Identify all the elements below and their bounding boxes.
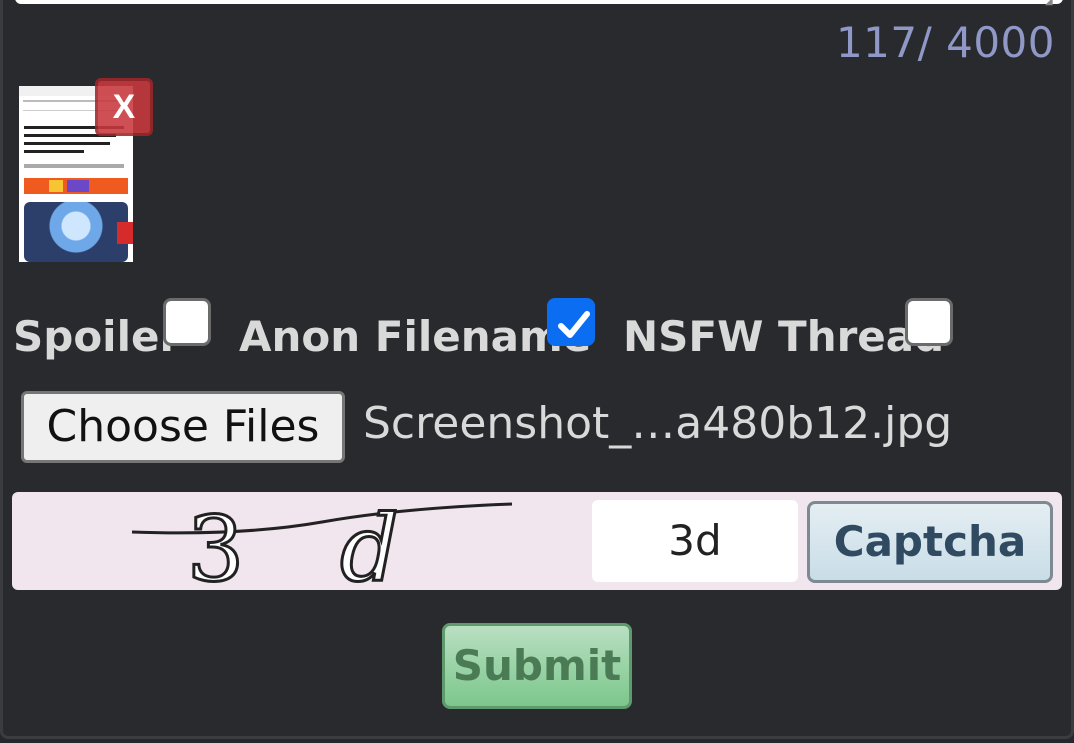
captcha-image: 3 d — [131, 494, 513, 590]
spoiler-checkbox[interactable] — [163, 298, 211, 346]
submit-button[interactable]: Submit — [442, 623, 632, 709]
checkmark-icon — [558, 311, 590, 338]
captcha-row: 3 d 3d Captcha — [12, 492, 1062, 590]
message-textarea[interactable] — [15, 0, 1063, 4]
nsfw-thread-checkbox[interactable] — [905, 298, 953, 346]
selected-file-name: Screenshot_…a480b12.jpg — [363, 398, 953, 449]
svg-text:3: 3 — [187, 497, 244, 590]
captcha-input[interactable]: 3d — [592, 500, 798, 582]
character-counter: 117/ 4000 — [835, 18, 1055, 67]
captcha-button[interactable]: Captcha — [807, 501, 1053, 583]
remove-attachment-button[interactable]: X — [95, 78, 153, 136]
spoiler-label: Spoiler — [13, 312, 181, 361]
svg-text:d: d — [340, 495, 399, 590]
anon-filename-label: Anon Filename — [239, 312, 592, 361]
anon-filename-checkbox[interactable] — [547, 298, 595, 346]
nsfw-thread-label: NSFW Thread — [623, 312, 945, 361]
post-form: ◢ 117/ 4000 X Spoiler Anon Filename NSFW… — [0, 0, 1074, 739]
choose-files-button[interactable]: Choose Files — [21, 391, 345, 463]
resize-handle-icon[interactable]: ◢ — [1045, 0, 1055, 7]
